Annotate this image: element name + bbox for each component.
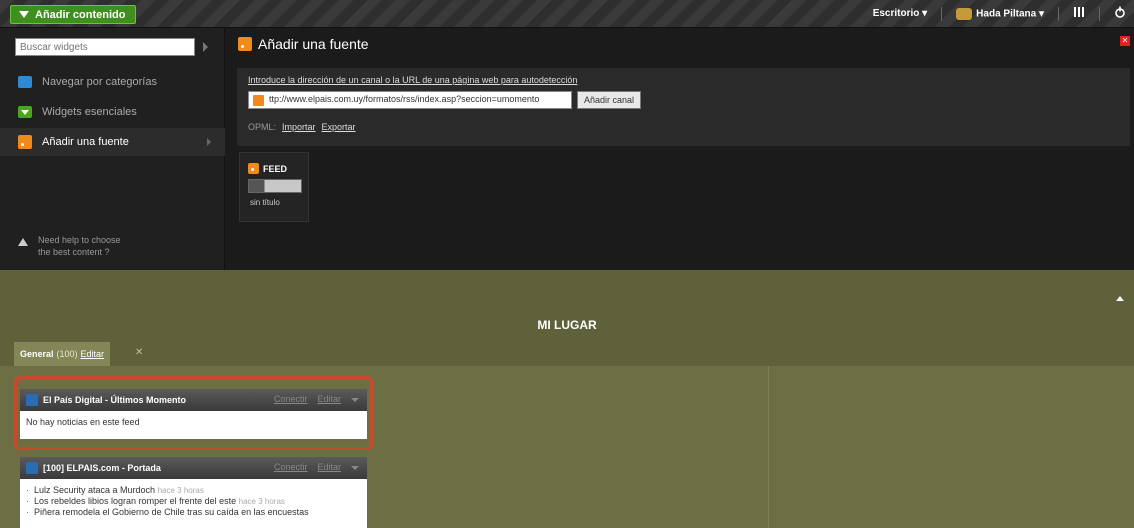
chevron-down-icon[interactable] <box>351 398 359 402</box>
elpais-icon <box>26 462 38 474</box>
add-source-panel: Añadir una fuente ✕ Introduce la direcci… <box>226 28 1134 270</box>
widget-body: No hay noticias en este feed <box>26 417 140 427</box>
sidebar-item-add-source[interactable]: Añadir una fuente <box>0 128 225 156</box>
sidebar-item-label: Widgets esenciales <box>42 106 137 118</box>
feed-thumbnail <box>248 179 302 193</box>
help-icon <box>18 238 28 246</box>
feed-url-input[interactable]: ttp://www.elpais.com.uy/formatos/rss/ind… <box>248 91 572 109</box>
search-arrow-icon[interactable] <box>203 42 208 52</box>
news-list: Lulz Security ataca a Murdoch hace 3 hor… <box>20 479 367 524</box>
top-bar: Añadir contenido Escritorio ▾ Hada Pilta… <box>0 0 1134 28</box>
sidebar-item-browse-categories[interactable]: Navegar por categorías <box>0 68 225 96</box>
news-time: hace 3 horas <box>238 497 285 506</box>
panel-title: Añadir una fuente <box>238 36 369 52</box>
elpais-icon <box>26 394 38 406</box>
new-tab-icon[interactable]: ✕ <box>135 347 143 358</box>
rss-icon <box>18 135 32 149</box>
sidebar-item-label: Navegar por categorías <box>42 76 157 88</box>
sidebar-item-essential-widgets[interactable]: Widgets esenciales <box>0 98 225 126</box>
news-headline: Piñera remodela el Gobierno de Chile tra… <box>34 507 309 517</box>
user-avatar-icon <box>956 7 973 20</box>
feed-card-title: FEED <box>263 163 288 174</box>
help-link[interactable]: Need help to choose the best content ? <box>18 234 121 258</box>
widget-el-pais-digital: El País Digital - Últimos Momento Conect… <box>20 389 367 439</box>
dashboard-header: MI LUGAR General (100) Editar ✕ <box>0 270 1134 366</box>
news-headline: Lulz Security ataca a Murdoch <box>34 485 156 495</box>
widget-sidebar: Navegar por categorías Widgets esenciale… <box>0 28 225 270</box>
divider <box>941 6 943 21</box>
connect-link[interactable]: Conectir <box>274 462 308 472</box>
escritorio-menu[interactable]: Escritorio ▾ <box>873 8 927 19</box>
list-item[interactable]: Lulz Security ataca a Murdoch hace 3 hor… <box>26 485 361 496</box>
feed-preview-card[interactable]: FEED sin título <box>239 152 309 222</box>
news-headline: Los rebeldes libios logran romper el fre… <box>34 496 237 506</box>
chevron-down-icon[interactable] <box>351 466 359 470</box>
widget-title: [100] ELPAIS.com - Portada <box>43 463 161 473</box>
feed-card-subtitle: sin título <box>250 198 280 207</box>
help-text-line1: Need help to choose <box>38 235 121 245</box>
divider <box>1058 6 1059 21</box>
globe-icon <box>18 76 32 88</box>
collapse-dashboard-icon[interactable] <box>1116 296 1124 301</box>
widget-tools: Conectir Editar <box>274 462 359 472</box>
user-menu-label: Hada Piltana ▾ <box>976 8 1044 20</box>
power-icon[interactable] <box>1114 6 1126 21</box>
panel-title-text: Añadir una fuente <box>258 36 369 52</box>
columns-icon[interactable] <box>1073 6 1085 21</box>
opml-links: OPML: Importar Exportar <box>248 122 356 132</box>
feed-card-header: FEED <box>248 163 308 174</box>
edit-link[interactable]: Editar <box>317 394 341 404</box>
connect-link[interactable]: Conectir <box>274 394 308 404</box>
widget-tools: Conectir Editar <box>274 394 359 404</box>
rss-icon <box>248 163 259 174</box>
list-item[interactable]: Los rebeldes libios logran romper el fre… <box>26 496 361 507</box>
download-icon <box>18 106 32 118</box>
user-menu[interactable]: Hada Piltana ▾ <box>956 7 1044 20</box>
help-text-line2: the best content ? <box>38 247 110 257</box>
widget-header[interactable]: [100] ELPAIS.com - Portada Conectir Edit… <box>20 457 367 479</box>
news-time: hace 3 horas <box>157 486 204 495</box>
download-arrow-icon <box>19 11 29 18</box>
list-item[interactable]: Piñera remodela el Gobierno de Chile tra… <box>26 507 361 518</box>
opml-label: OPML: <box>248 122 277 132</box>
import-link[interactable]: Importar <box>282 122 316 132</box>
column-divider <box>768 366 769 528</box>
chevron-right-icon <box>207 138 211 146</box>
tab-count: (100) <box>56 349 78 359</box>
tab-edit-link[interactable]: Editar <box>81 349 105 359</box>
rss-icon <box>238 37 252 51</box>
source-form: Introduce la dirección de un canal o la … <box>237 68 1130 146</box>
add-content-button[interactable]: Añadir contenido <box>10 5 137 24</box>
widget-elpais-portada: [100] ELPAIS.com - Portada Conectir Edit… <box>20 457 367 528</box>
tab-general[interactable]: General (100) Editar <box>14 342 111 366</box>
top-right-menu: Escritorio ▾ Hada Piltana ▾ <box>873 6 1126 21</box>
edit-link[interactable]: Editar <box>317 462 341 472</box>
tab-label: General <box>20 349 54 359</box>
add-content-label: Añadir contenido <box>35 8 126 21</box>
widget-header[interactable]: El País Digital - Últimos Momento Conect… <box>20 389 367 411</box>
source-instruction: Introduce la dirección de un canal o la … <box>248 75 578 85</box>
search-widgets-input[interactable] <box>15 38 195 56</box>
divider <box>1099 6 1100 21</box>
add-feed-button[interactable]: Añadir canal <box>577 91 642 109</box>
widget-title: El País Digital - Últimos Momento <box>43 395 187 405</box>
sidebar-item-label: Añadir una fuente <box>42 136 129 148</box>
dashboard-title: MI LUGAR <box>537 318 597 332</box>
export-link[interactable]: Exportar <box>322 122 356 132</box>
close-icon[interactable]: ✕ <box>1120 36 1130 46</box>
